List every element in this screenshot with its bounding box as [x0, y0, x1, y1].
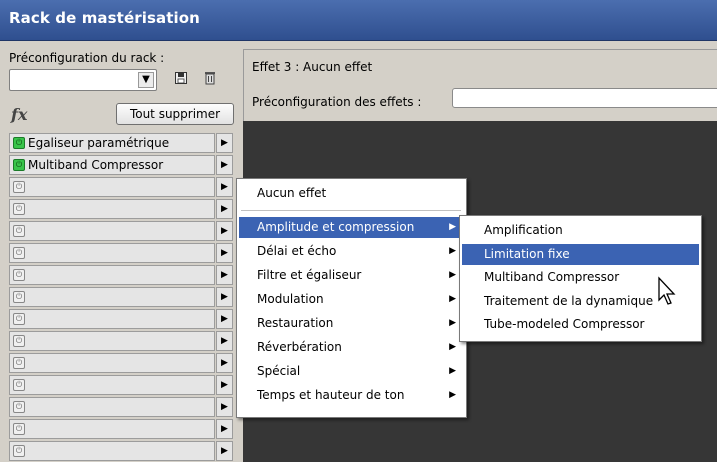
effect-slot[interactable]: ⏻ ▶ [9, 397, 233, 417]
chevron-right-icon[interactable]: ▶ [216, 375, 233, 395]
title-bar[interactable]: Rack de mastérisation [0, 0, 717, 41]
effect-slot[interactable]: ⏻ ▶ [9, 353, 233, 373]
effect-preset-dropdown[interactable] [452, 88, 717, 108]
chevron-right-icon[interactable]: ▶ [216, 133, 233, 153]
menu-item[interactable]: Délai et écho ▶ [239, 241, 464, 262]
effect-slot[interactable]: ⏻ Egaliseur paramétrique ▶ [9, 133, 233, 153]
submenu-arrow-icon: ▶ [449, 390, 456, 400]
effect-slot[interactable]: ⏻ ▶ [9, 287, 233, 307]
effect-slot[interactable]: ⏻ Multiband Compressor ▶ [9, 155, 233, 175]
power-icon[interactable]: ⏻ [13, 181, 25, 193]
effect-header-label: Effet 3 : Aucun effet [252, 60, 373, 74]
effect-slot[interactable]: ⏻ ▶ [9, 441, 233, 461]
clear-all-button[interactable]: Tout supprimer [116, 103, 234, 125]
effect-slot[interactable]: ⏻ ▶ [9, 177, 233, 197]
submenu-arrow-icon: ▶ [449, 342, 456, 352]
effect-slot[interactable]: ⏻ ▶ [9, 199, 233, 219]
chevron-right-icon[interactable]: ▶ [216, 199, 233, 219]
trash-icon[interactable] [203, 71, 217, 87]
effect-slot[interactable]: ⏻ ▶ [9, 243, 233, 263]
submenu-item[interactable]: Tube-modeled Compressor [462, 314, 699, 335]
power-icon[interactable]: ⏻ [13, 247, 25, 259]
chevron-right-icon[interactable]: ▶ [216, 287, 233, 307]
chevron-right-icon[interactable]: ▶ [216, 397, 233, 417]
rack-preset-label: Préconfiguration du rack : [9, 51, 165, 65]
effect-slot-label: Egaliseur paramétrique [28, 136, 170, 150]
effect-slot[interactable]: ⏻ ▶ [9, 331, 233, 351]
menu-separator [241, 210, 461, 211]
mastering-rack-window: Rack de mastérisation Préconfiguration d… [0, 0, 717, 462]
window-title: Rack de mastérisation [9, 9, 200, 27]
effect-slot[interactable]: ⏻ ▶ [9, 265, 233, 285]
chevron-right-icon[interactable]: ▶ [216, 155, 233, 175]
chevron-down-icon[interactable]: ▼ [138, 72, 154, 88]
menu-item[interactable]: Aucun effet [239, 183, 464, 204]
menu-item[interactable]: Spécial ▶ [239, 361, 464, 382]
chevron-right-icon[interactable]: ▶ [216, 177, 233, 197]
rack-preset-dropdown[interactable]: ▼ [9, 69, 157, 91]
power-icon[interactable]: ⏻ [13, 137, 25, 149]
power-icon[interactable]: ⏻ [13, 401, 25, 413]
chevron-right-icon[interactable]: ▶ [216, 441, 233, 461]
chevron-right-icon[interactable]: ▶ [216, 419, 233, 439]
effect-slot[interactable]: ⏻ ▶ [9, 375, 233, 395]
submenu-arrow-icon: ▶ [449, 318, 456, 328]
power-icon[interactable]: ⏻ [13, 445, 25, 457]
power-icon[interactable]: ⏻ [13, 423, 25, 435]
power-icon[interactable]: ⏻ [13, 159, 25, 171]
power-icon[interactable]: ⏻ [13, 379, 25, 391]
chevron-right-icon[interactable]: ▶ [216, 331, 233, 351]
menu-item[interactable]: Modulation ▶ [239, 289, 464, 310]
power-icon[interactable]: ⏻ [13, 203, 25, 215]
submenu-arrow-icon: ▶ [449, 366, 456, 376]
effect-preset-label: Préconfiguration des effets : [252, 95, 422, 109]
power-icon[interactable]: ⏻ [13, 291, 25, 303]
power-icon[interactable]: ⏻ [13, 225, 25, 237]
power-icon[interactable]: ⏻ [13, 313, 25, 325]
menu-item[interactable]: Réverbération ▶ [239, 337, 464, 358]
effect-slot-label: Multiband Compressor [28, 158, 164, 172]
save-icon[interactable] [174, 72, 188, 88]
effect-panel-header: Effet 3 : Aucun effet Préconfiguration d… [243, 49, 717, 121]
chevron-right-icon[interactable]: ▶ [216, 243, 233, 263]
effect-slot[interactable]: ⏻ ▶ [9, 221, 233, 241]
menu-item[interactable]: Temps et hauteur de ton ▶ [239, 385, 464, 406]
submenu-arrow-icon: ▶ [449, 246, 456, 256]
submenu-arrow-icon: ▶ [449, 270, 456, 280]
submenu-item[interactable]: Amplification [462, 220, 699, 241]
submenu-arrow-icon: ▶ [449, 294, 456, 304]
chevron-right-icon[interactable]: ▶ [216, 265, 233, 285]
chevron-right-icon[interactable]: ▶ [216, 221, 233, 241]
chevron-right-icon[interactable]: ▶ [216, 309, 233, 329]
submenu-arrow-icon: ▶ [449, 222, 456, 232]
effect-slot[interactable]: ⏻ ▶ [9, 419, 233, 439]
power-icon[interactable]: ⏻ [13, 335, 25, 347]
menu-item[interactable]: Restauration ▶ [239, 313, 464, 334]
menu-item[interactable]: Amplitude et compression ▶ [239, 217, 464, 238]
chevron-right-icon[interactable]: ▶ [216, 353, 233, 373]
fx-label: fx [11, 105, 28, 124]
power-icon[interactable]: ⏻ [13, 269, 25, 281]
effect-context-menu: Aucun effet Amplitude et compression ▶ Dé… [236, 178, 467, 418]
menu-item[interactable]: Filtre et égaliseur ▶ [239, 265, 464, 286]
power-icon[interactable]: ⏻ [13, 357, 25, 369]
mouse-pointer-icon [658, 276, 676, 305]
submenu-item[interactable]: Limitation fixe [462, 244, 699, 265]
effect-slot[interactable]: ⏻ ▶ [9, 309, 233, 329]
